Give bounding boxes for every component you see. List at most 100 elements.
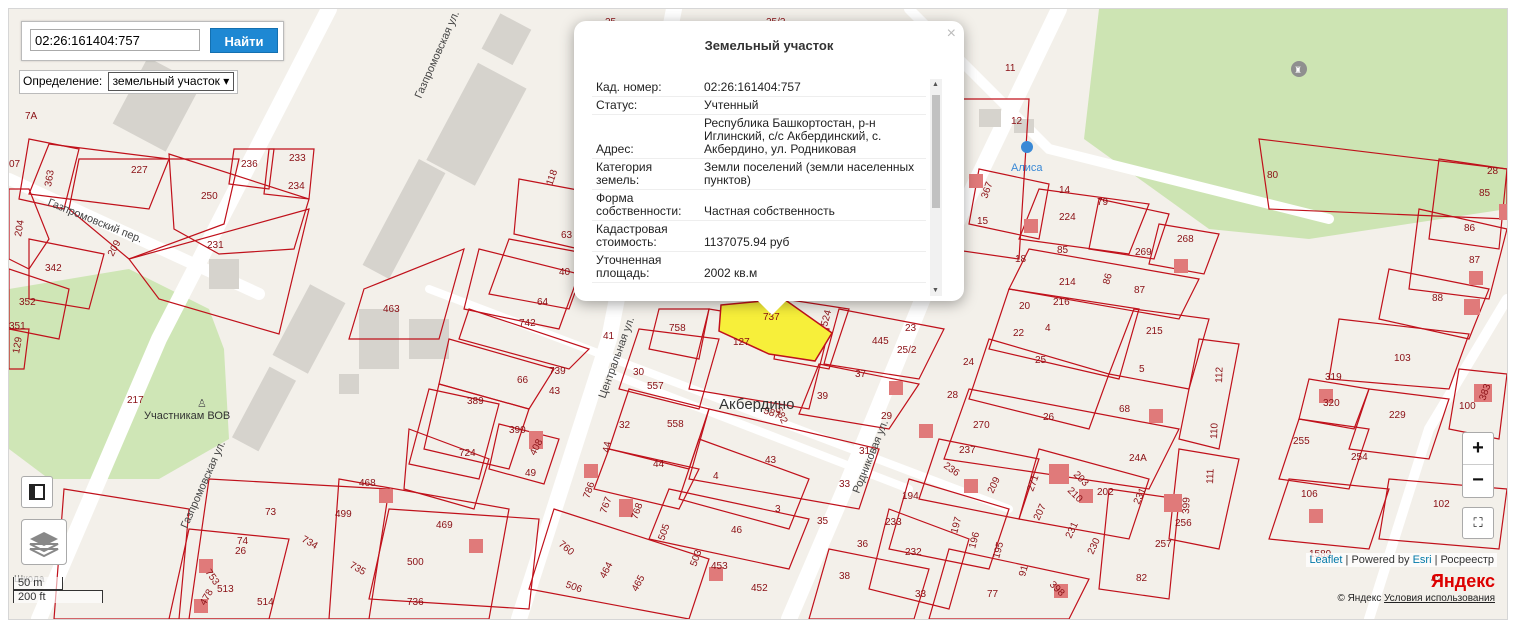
scroll-up-icon[interactable]: ▲ <box>932 81 939 88</box>
svg-text:202: 202 <box>1097 487 1114 498</box>
svg-text:194: 194 <box>902 491 919 502</box>
monument-icon: ♙ <box>197 397 207 410</box>
svg-text:558: 558 <box>667 419 684 430</box>
svg-text:87: 87 <box>1134 285 1146 296</box>
esri-link[interactable]: Esri <box>1413 554 1432 566</box>
poi-alisa-icon <box>1021 141 1033 153</box>
svg-text:499: 499 <box>335 509 352 520</box>
svg-text:30: 30 <box>633 367 645 378</box>
svg-text:24А: 24А <box>1129 453 1147 464</box>
ruler-icon <box>29 484 45 500</box>
svg-text:445: 445 <box>872 336 889 347</box>
popup-body: Кад. номер: 02:26:161404:757 Статус: Учтен… <box>592 79 944 297</box>
svg-text:4: 4 <box>713 471 719 482</box>
svg-text:110: 110 <box>1209 422 1221 439</box>
svg-text:742: 742 <box>519 318 536 329</box>
svg-text:15: 15 <box>977 216 989 227</box>
search-control: Найти <box>21 21 284 61</box>
svg-text:85: 85 <box>1057 245 1069 256</box>
svg-text:33: 33 <box>915 589 927 600</box>
svg-text:256: 256 <box>1175 518 1192 529</box>
definition-select[interactable]: земельный участок ▾ <box>107 72 235 92</box>
cadastral-search-input[interactable] <box>30 29 200 51</box>
svg-text:46: 46 <box>731 525 743 536</box>
parcel-popup: × Земельный участок Кад. номер: 02:26:161… <box>574 21 964 315</box>
attribution: Leaflet | Powered by Esri | Росреестр <box>1306 553 1497 567</box>
svg-text:739: 739 <box>549 366 566 377</box>
svg-text:257: 257 <box>1155 539 1172 550</box>
svg-text:214: 214 <box>1059 277 1076 288</box>
svg-text:68: 68 <box>1119 404 1131 415</box>
svg-text:64: 64 <box>537 297 549 308</box>
leaflet-link[interactable]: Leaflet <box>1309 554 1342 566</box>
measure-tool-button[interactable] <box>21 476 53 508</box>
svg-text:399: 399 <box>1181 497 1193 514</box>
popup-scrollbar[interactable]: ▲ ▼ <box>930 79 942 296</box>
monument-label: Участникам ВОВ <box>144 410 230 422</box>
svg-text:7А: 7А <box>25 111 38 122</box>
info-row: Уточненная площадь: 2002 кв.м <box>592 251 926 283</box>
svg-text:103: 103 <box>1394 353 1411 364</box>
svg-text:33: 33 <box>839 479 851 490</box>
svg-text:88: 88 <box>1432 293 1444 304</box>
svg-text:♜: ♜ <box>1294 66 1302 76</box>
layers-icon <box>29 532 59 558</box>
svg-text:5: 5 <box>1139 364 1145 375</box>
svg-text:351: 351 <box>9 321 26 332</box>
info-row: Кадастровая стоимость: 1137075.94 руб <box>592 220 926 252</box>
poi-alisa-label: Алиса <box>1011 162 1043 174</box>
svg-text:37: 37 <box>855 369 867 380</box>
scroll-down-icon[interactable]: ▼ <box>932 287 939 294</box>
parcel-info-table: Кад. номер: 02:26:161404:757 Статус: Учтен… <box>592 79 926 283</box>
yandex-terms: © Яндекс Условия использования <box>1337 593 1495 604</box>
scale-bar: 50 m 200 ft <box>13 577 103 603</box>
svg-text:514: 514 <box>257 597 274 608</box>
definition-label: Определение: <box>23 74 103 88</box>
scrollbar-thumb[interactable] <box>932 95 940 208</box>
svg-text:453: 453 <box>711 561 728 572</box>
svg-text:41: 41 <box>603 331 615 342</box>
info-row: Кад. номер: 02:26:161404:757 <box>592 79 926 97</box>
svg-text:43: 43 <box>765 455 777 466</box>
svg-text:233: 233 <box>885 517 902 528</box>
svg-text:216: 216 <box>1053 297 1070 308</box>
svg-text:255: 255 <box>1293 436 1310 447</box>
svg-text:18: 18 <box>1015 254 1027 265</box>
zoom-in-button[interactable]: + <box>1463 433 1493 464</box>
layers-button[interactable] <box>21 519 67 565</box>
svg-text:24: 24 <box>963 357 975 368</box>
svg-text:390: 390 <box>509 425 526 436</box>
svg-text:229: 229 <box>1389 410 1406 421</box>
svg-text:36: 36 <box>857 539 869 550</box>
svg-text:463: 463 <box>383 304 400 315</box>
svg-text:77: 77 <box>987 589 999 600</box>
svg-text:469: 469 <box>436 520 453 531</box>
svg-text:736: 736 <box>407 597 424 608</box>
svg-text:254: 254 <box>1351 452 1368 463</box>
svg-text:236: 236 <box>241 159 258 170</box>
fullscreen-button[interactable]: ⛶ <box>1462 507 1494 539</box>
svg-text:32: 32 <box>619 420 631 431</box>
svg-text:513: 513 <box>217 584 234 595</box>
svg-text:389: 389 <box>467 396 484 407</box>
svg-text:43: 43 <box>549 386 561 397</box>
svg-text:758: 758 <box>669 323 686 334</box>
zoom-control: + − <box>1462 432 1494 498</box>
svg-text:49: 49 <box>525 468 537 479</box>
svg-text:79: 79 <box>1097 197 1109 208</box>
svg-text:320: 320 <box>1323 398 1340 409</box>
find-button[interactable]: Найти <box>210 28 278 53</box>
svg-text:557: 557 <box>647 381 664 392</box>
svg-text:468: 468 <box>359 478 376 489</box>
terms-link[interactable]: Условия использования <box>1384 593 1495 604</box>
zoom-out-button[interactable]: − <box>1463 464 1493 496</box>
info-row: Адрес: Республика Башкортостан, р-н Иглин… <box>592 114 926 159</box>
svg-text:86: 86 <box>1464 223 1476 234</box>
svg-text:102: 102 <box>1433 499 1450 510</box>
svg-text:66: 66 <box>517 375 529 386</box>
map-frame: 227 250 236 233 234 231 342 352 351 217 463 64 7… <box>8 8 1508 620</box>
svg-text:232: 232 <box>905 547 922 558</box>
popup-title: Земельный участок <box>704 38 834 53</box>
svg-text:12: 12 <box>1011 116 1023 127</box>
svg-text:452: 452 <box>751 583 768 594</box>
